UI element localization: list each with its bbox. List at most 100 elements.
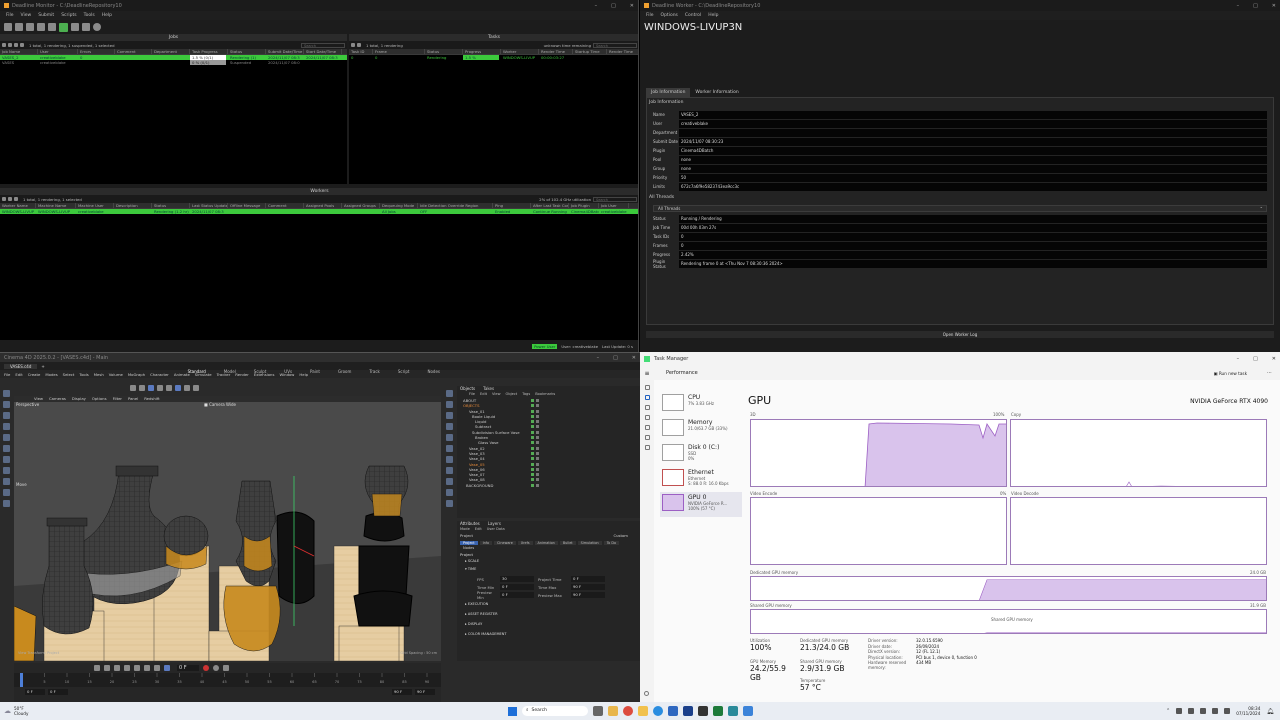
visibility-icon[interactable] [531, 446, 534, 450]
check-icon[interactable] [536, 430, 539, 434]
menu-tools[interactable]: Tools [84, 13, 95, 18]
col-errors[interactable]: Errors [78, 49, 115, 54]
sculpt-icon[interactable] [2, 489, 10, 496]
field-value[interactable]: 2024/11/07 08:30:23 [679, 137, 1267, 146]
columns-icon[interactable] [20, 43, 24, 47]
layout-tab[interactable]: Groom [338, 369, 351, 374]
layout-icon[interactable] [71, 23, 79, 31]
mail-icon[interactable] [668, 706, 678, 716]
measure-icon[interactable] [2, 500, 10, 507]
field-value[interactable]: Cinema4DBatch [679, 146, 1267, 155]
users-icon[interactable] [644, 425, 650, 430]
file-tab[interactable]: VASES.c4d [4, 363, 38, 369]
services-icon[interactable] [644, 445, 650, 450]
check-icon[interactable] [536, 451, 539, 455]
magnet-icon[interactable] [2, 456, 10, 463]
jobs-search-input[interactable]: Search [301, 42, 345, 48]
check-icon[interactable] [536, 404, 539, 408]
visibility-icon[interactable] [531, 483, 534, 487]
objects-menu-item[interactable]: Bookmarks [535, 392, 555, 398]
max-frame-field[interactable]: 90 F [392, 689, 412, 695]
visibility-icon[interactable] [531, 420, 534, 424]
light-icon[interactable] [184, 385, 190, 391]
check-icon[interactable] [536, 457, 539, 461]
details-icon[interactable] [644, 435, 650, 440]
menu-item[interactable]: Character [150, 372, 169, 377]
threads-dropdown[interactable]: All Threads ⌃ [653, 205, 1267, 212]
notification-icon[interactable]: 🔔︎ [1266, 708, 1274, 715]
edge-icon[interactable] [653, 706, 663, 716]
table-row[interactable]: 0 0 Rendering 1.5 % WINDOWS-LIVUP 00:00:… [349, 55, 638, 60]
table-row[interactable]: VASES creativeblake 0 % (0/1) Suspended … [0, 60, 347, 65]
menu-item[interactable]: Modes [45, 372, 57, 377]
select-icon[interactable] [2, 390, 10, 397]
field-value[interactable]: Rendering frame 0 at <Thu Nov 7 08:30:36… [679, 259, 1267, 268]
check-icon[interactable] [536, 462, 539, 466]
layout-tab[interactable]: Model [224, 369, 236, 374]
visibility-icon[interactable] [531, 462, 534, 466]
active-app-icon[interactable] [743, 706, 753, 716]
visibility-icon[interactable] [531, 451, 534, 455]
timer-icon[interactable] [445, 500, 453, 507]
visibility-icon[interactable] [531, 473, 534, 477]
clock[interactable]: 08:34 07/11/2024 [1236, 706, 1260, 716]
visibility-icon[interactable] [531, 414, 534, 418]
layout-tab[interactable]: Paint [310, 369, 320, 374]
add-tab-icon[interactable]: + [41, 364, 44, 369]
attr-group-time[interactable]: ▾ TIME [457, 567, 640, 575]
visibility-icon[interactable] [531, 425, 534, 429]
prev-frame-icon[interactable] [114, 665, 120, 671]
paint-icon[interactable] [445, 489, 453, 496]
visibility-icon[interactable] [531, 404, 534, 408]
close-icon[interactable]: ✕ [630, 3, 634, 9]
check-icon[interactable] [536, 441, 539, 445]
minimize-icon[interactable]: – [1237, 356, 1240, 362]
perf-item-disk[interactable]: Disk 0 (C:) SSD 0% [660, 442, 742, 467]
uv-icon[interactable] [445, 434, 453, 441]
chevron-up-icon[interactable]: ⌃ [1166, 708, 1170, 714]
taskbar-search[interactable]: ⌕ Search [522, 706, 588, 716]
menu-item[interactable]: MoGraph [128, 372, 145, 377]
menu-item[interactable]: Create [28, 372, 41, 377]
hamburger-icon[interactable]: ≡ [640, 370, 654, 377]
col-department[interactable]: Department [152, 49, 190, 54]
check-icon[interactable] [536, 446, 539, 450]
grid-icon[interactable] [48, 23, 56, 31]
check-icon[interactable] [536, 467, 539, 471]
attr-subtab[interactable]: Xrefs [517, 540, 533, 545]
col-start-date[interactable]: Start Date/Time [304, 49, 342, 54]
menu-submit[interactable]: Submit [38, 13, 54, 18]
tree-icon[interactable] [14, 197, 18, 201]
time-input[interactable]: 30 [500, 576, 534, 582]
field-value[interactable]: VASES_2 [679, 110, 1267, 119]
file-explorer-icon[interactable] [608, 706, 618, 716]
timeline-ruler[interactable]: 051015202530354045505560657075808590 [14, 673, 441, 687]
time-input[interactable]: 90 F [571, 592, 605, 598]
menu-item[interactable]: File [4, 372, 10, 377]
refresh-icon[interactable] [8, 43, 12, 47]
autokey-icon[interactable] [213, 665, 219, 671]
visibility-icon[interactable] [531, 430, 534, 434]
visibility-icon[interactable] [531, 441, 534, 445]
taskmgr-icon[interactable] [728, 706, 738, 716]
close-icon[interactable]: ✕ [632, 355, 636, 361]
prev-key-icon[interactable] [104, 665, 110, 671]
panels-icon[interactable] [82, 23, 90, 31]
col-user[interactable]: User [38, 49, 78, 54]
play-icon[interactable] [124, 665, 130, 671]
col-submit-date[interactable]: Submit Date/Time [266, 49, 304, 54]
menu-scripts[interactable]: Scripts [61, 13, 76, 18]
scale-icon[interactable] [2, 423, 10, 430]
refresh-icon[interactable] [37, 23, 45, 31]
pause-icon[interactable] [4, 23, 12, 31]
run-new-task-button[interactable]: ▣ Run new task [1214, 371, 1247, 376]
check-icon[interactable] [536, 409, 539, 413]
undo-icon[interactable] [130, 385, 136, 391]
check-icon[interactable] [536, 478, 539, 482]
task-view-icon[interactable] [593, 706, 603, 716]
lock-icon[interactable] [445, 467, 453, 474]
visibility-icon[interactable] [531, 399, 534, 402]
cube-icon[interactable] [148, 385, 154, 391]
model-mode-icon[interactable] [445, 390, 453, 397]
field-value[interactable]: 00d 00h 03m 27s [679, 223, 1267, 232]
